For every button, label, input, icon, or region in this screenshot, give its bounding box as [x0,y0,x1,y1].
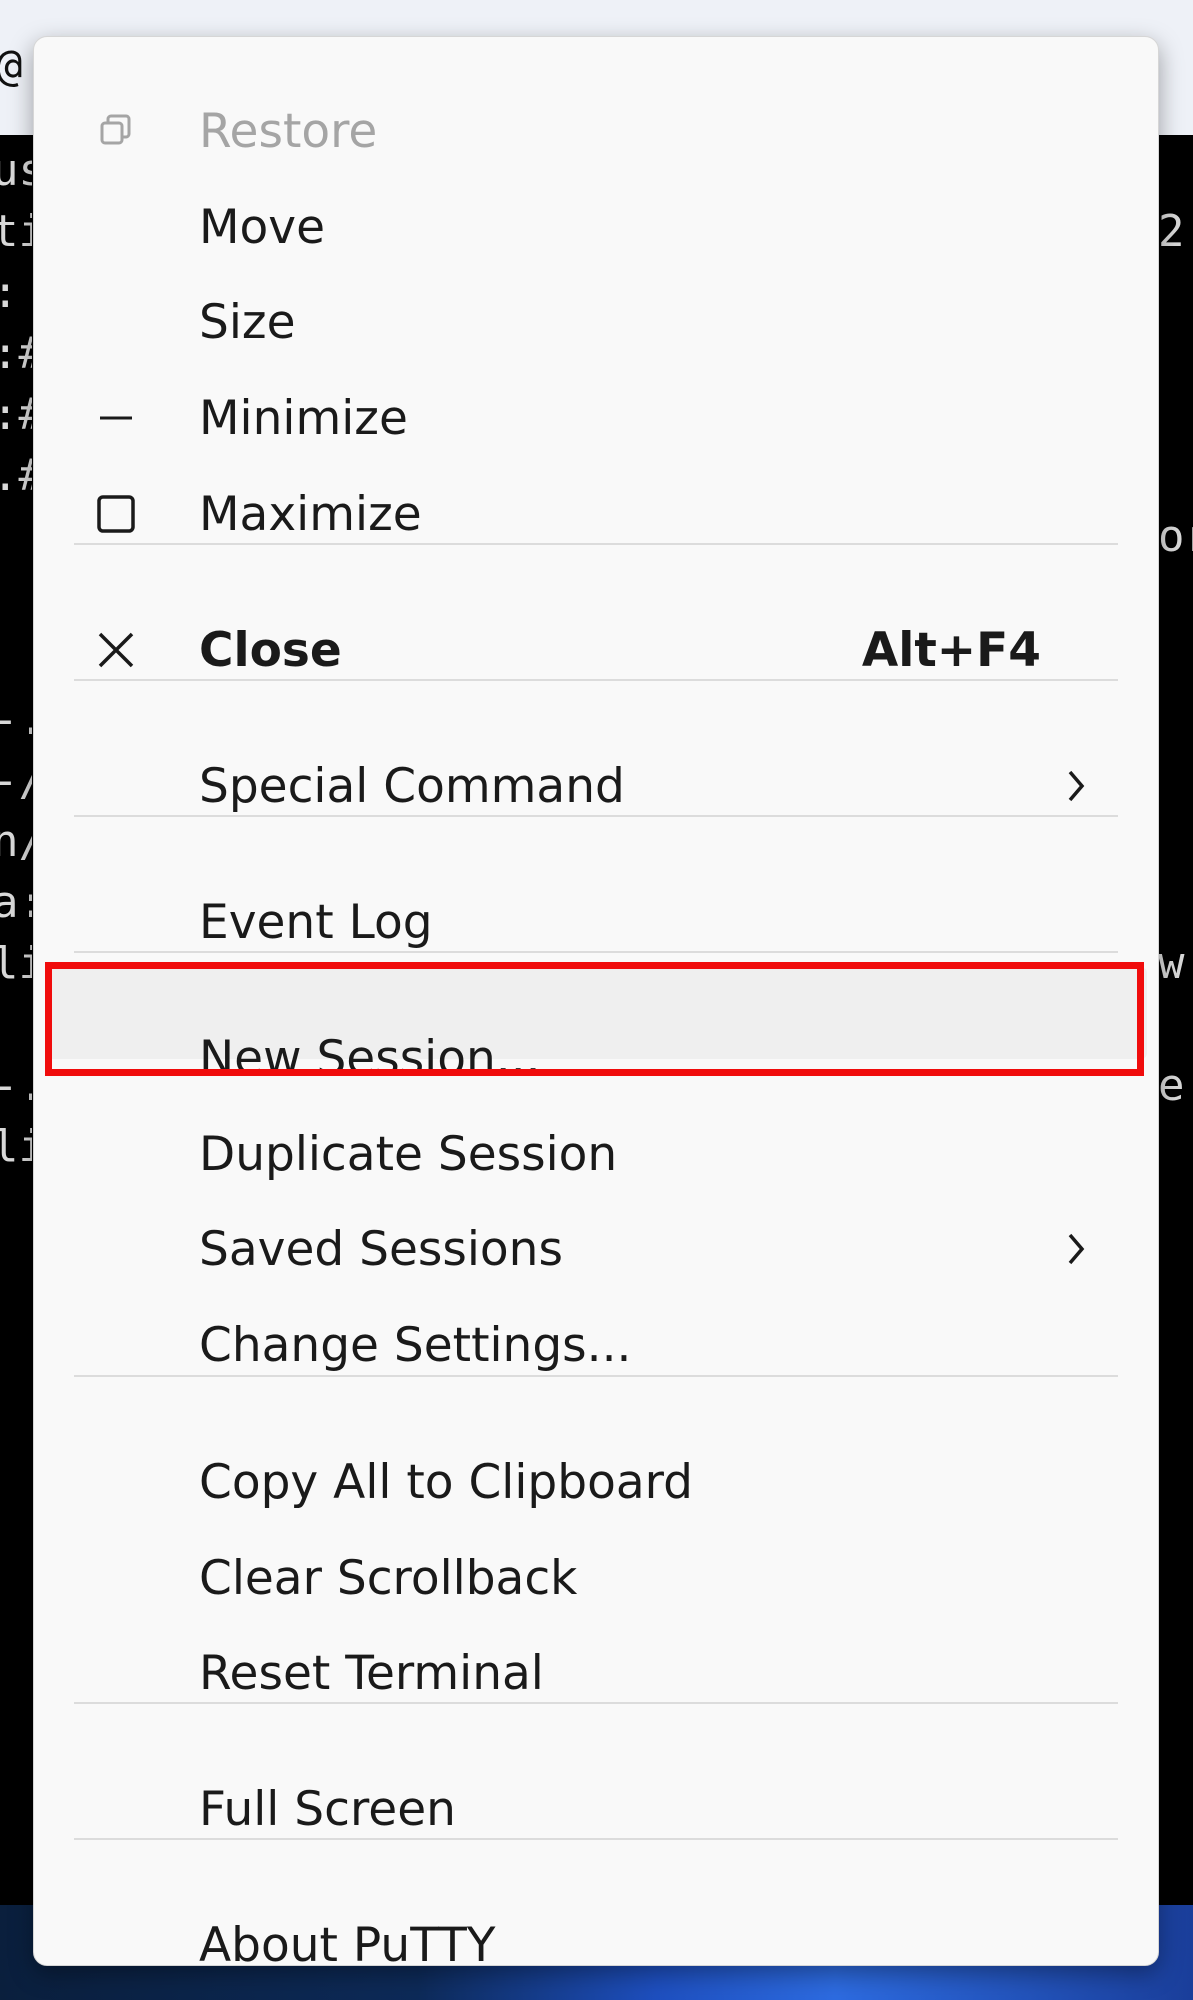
menu-item-label: Saved Sessions [199,1221,563,1277]
menu-separator [74,951,1118,953]
menu-item-label: Restore [199,103,378,159]
menu-item-minimize[interactable]: Minimize [34,373,1158,463]
menu-item-label: Close [199,622,342,678]
menu-item-clear-scrollback[interactable]: Clear Scrollback [34,1533,1158,1623]
menu-item-label: Move [199,199,326,255]
menu-item-about-putty[interactable]: About PuTTY [34,1900,1158,1990]
menu-item-move[interactable]: Move [34,182,1158,272]
menu-item-saved-sessions[interactable]: Saved Sessions [34,1204,1158,1294]
menu-item-duplicate-session[interactable]: Duplicate Session [34,1109,1158,1199]
title-fragment: @ [0,40,23,91]
menu-separator [74,1375,1118,1377]
menu-item-label: Event Log [199,894,433,950]
menu-item-label: Clear Scrollback [199,1550,578,1606]
terminal-text-right: 2 or w e [1158,206,1193,1111]
menu-separator [74,679,1118,681]
menu-item-shortcut: Alt+F4 [861,622,1041,678]
menu-separator [74,815,1118,817]
menu-item-label: Reset Terminal [199,1645,544,1701]
menu-item-copy-all[interactable]: Copy All to Clipboard [34,1437,1158,1527]
menu-item-label: Full Screen [199,1781,456,1837]
menu-item-restore: Restore [34,86,1158,176]
menu-item-reset-terminal[interactable]: Reset Terminal [34,1628,1158,1718]
menu-item-label: Size [199,294,296,350]
menu-separator [74,1702,1118,1704]
menu-item-close[interactable]: Close Alt+F4 [34,605,1158,695]
chevron-right-icon [1056,766,1096,806]
menu-item-maximize[interactable]: Maximize [34,469,1158,559]
menu-item-label: Minimize [199,390,408,446]
highlight-outline [45,962,1144,1076]
menu-item-label: Duplicate Session [199,1126,618,1182]
terminal-text-left: us ti : :# :# .# -. -/ n/ a: li -. li [0,145,32,1172]
menu-separator [74,1838,1118,1840]
menu-item-label: Change Settings... [199,1317,632,1373]
chevron-right-icon [1056,1229,1096,1269]
menu-item-event-log[interactable]: Event Log [34,877,1158,967]
restore-icon [88,103,144,159]
menu-item-special-command[interactable]: Special Command [34,741,1158,831]
menu-separator [74,543,1118,545]
menu-item-label: Maximize [199,486,422,542]
menu-item-label: Special Command [199,758,625,814]
menu-item-full-screen[interactable]: Full Screen [34,1764,1158,1854]
menu-item-label: Copy All to Clipboard [199,1454,693,1510]
maximize-icon [88,486,144,542]
minimize-icon [88,390,144,446]
menu-item-label: About PuTTY [199,1917,496,1973]
menu-item-size[interactable]: Size [34,277,1158,367]
close-icon [88,622,144,678]
